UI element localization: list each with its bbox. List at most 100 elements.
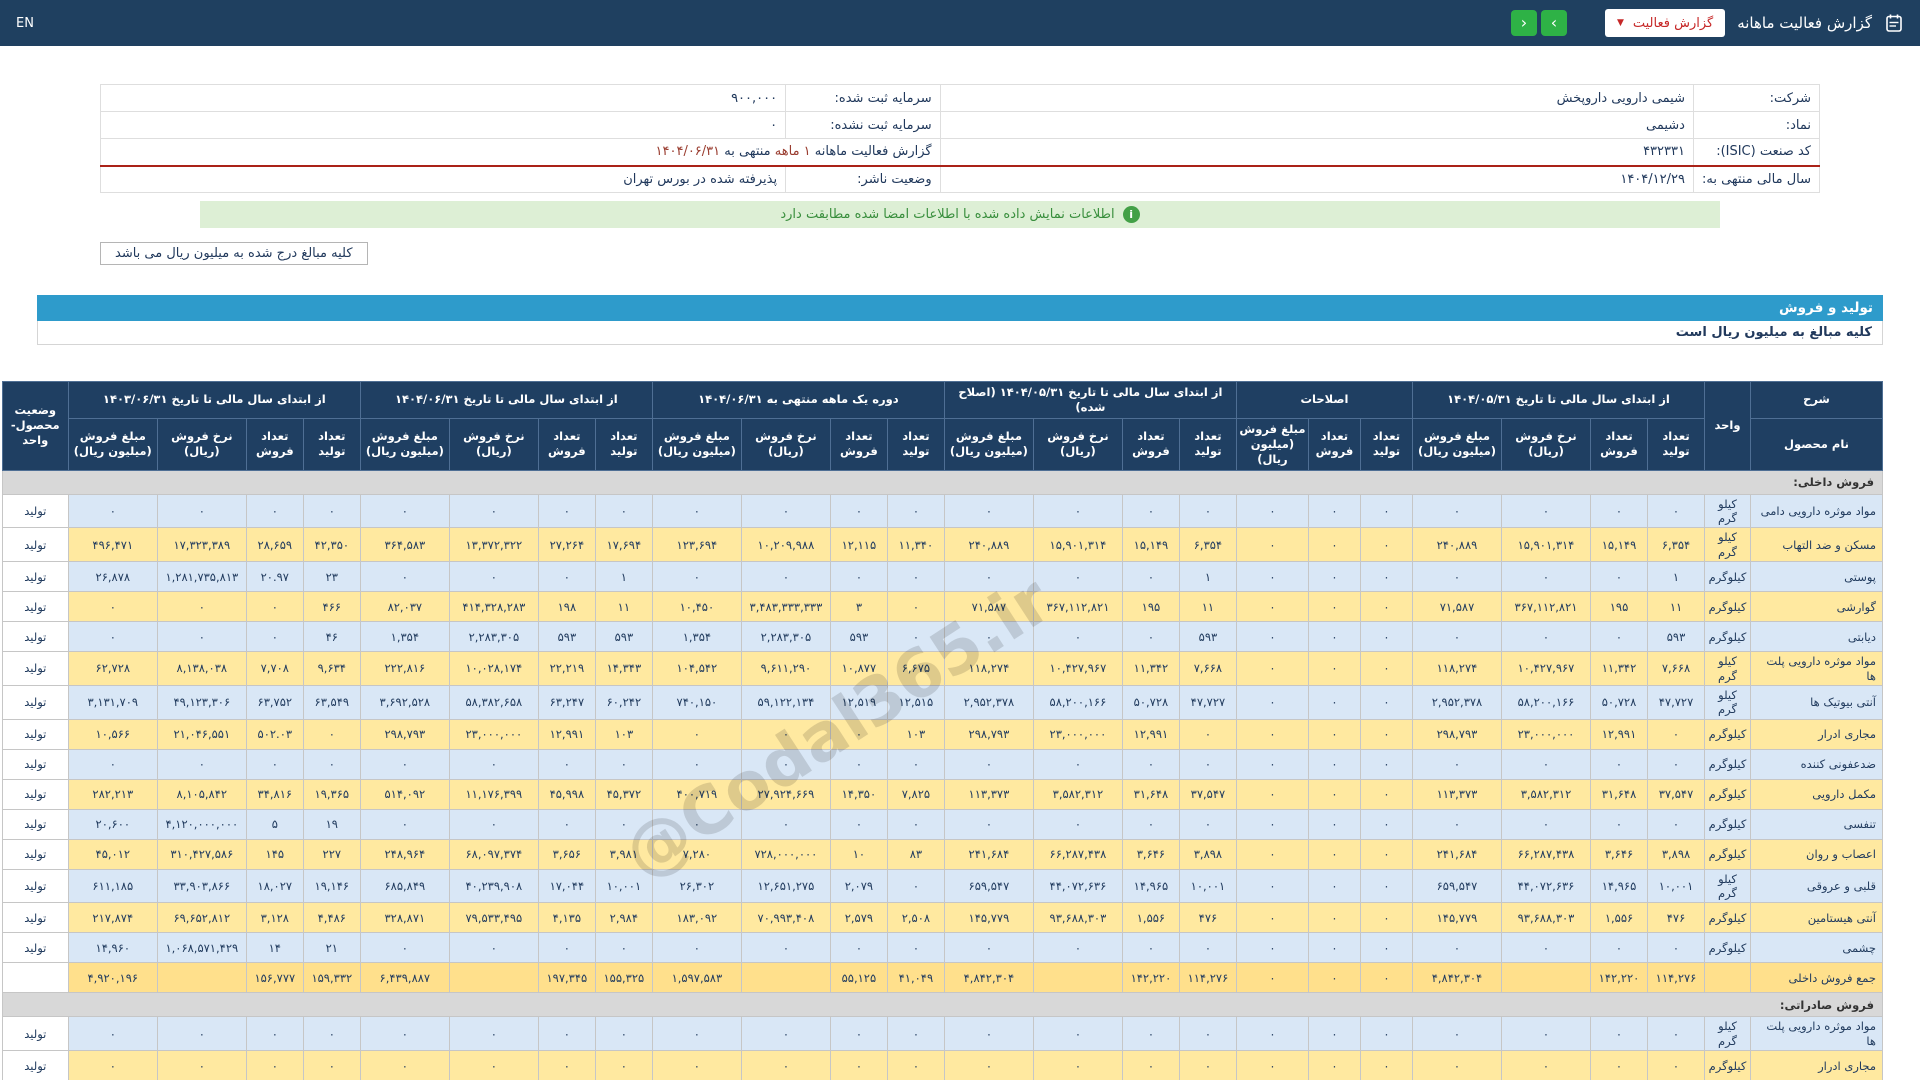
table-cell: ۴,۸۴۲,۳۰۴	[943, 962, 1034, 994]
table-cell: ۴۵,۳۷۲	[594, 778, 653, 810]
table-cell: ۴۶	[302, 621, 361, 653]
table-cell: ۰	[1307, 748, 1361, 780]
table-row: دیابتی کیلوگرم ۵۹۳ ۰ ۰ ۰ ۰ ۰ ۰ ۵۹۳ ۰ ۰ ۰ ۰ ۵۹۳ ۲,۲۸۳,۳۰…	[1, 621, 1883, 653]
table-cell: ۰	[943, 1016, 1034, 1052]
table-cell: ۰	[1235, 493, 1309, 529]
table-cell: ۰	[740, 561, 831, 593]
product-name-cell: جمع فروش داخلی	[1750, 962, 1883, 994]
table-cell: ۰	[245, 493, 304, 529]
issuer-status-label: وضعیت ناشر:	[785, 164, 941, 193]
report-type-dropdown[interactable]: گزارش فعالیت ▼	[1604, 9, 1726, 37]
next-report-button[interactable]: ›	[1540, 10, 1567, 36]
product-unit-cell: کیلوگرم	[1704, 838, 1751, 870]
table-cell: ۳,۱۲۸	[245, 902, 304, 934]
table-cell: ۰	[1307, 778, 1361, 810]
table-cell: ۰	[359, 493, 450, 529]
table-row: آنتی هیستامین کیلوگرم ۴۷۶ ۱,۵۵۶ ۹۳,۶۸۸,۳۰۳ ۱۴…	[1, 902, 1883, 934]
table-cell: ۶,۴۳۹,۸۸۷	[359, 962, 450, 994]
column-header: تعداد فروش	[829, 417, 888, 471]
table-cell: ۷۱,۵۸۷	[943, 591, 1034, 623]
table-cell: ۶۲,۷۲۸	[67, 651, 158, 686]
table-cell: ۰	[1307, 684, 1361, 720]
table-cell: ۱۴,۹۶۰	[67, 932, 158, 964]
table-cell: ۰	[1307, 868, 1361, 904]
table-cell: ۶۸۵,۸۴۹	[359, 868, 450, 904]
table-cell: ۱	[1647, 561, 1705, 593]
table-cell: ۰	[448, 808, 539, 840]
table-cell: ۰	[302, 748, 361, 780]
table-cell: ۰	[1647, 808, 1705, 840]
table-cell: ۷۹,۵۳۳,۴۹۵	[448, 902, 539, 934]
table-cell: ۱۲,۶۵۱,۲۷۵	[740, 868, 831, 904]
table-cell: ۲۹۸,۷۹۳	[359, 718, 450, 750]
table-cell: ۰	[1235, 1050, 1309, 1080]
table-cell: ۲۳,۰۰۰,۰۰۰	[448, 718, 539, 750]
table-section-row: فروش صادراتی:	[1, 992, 1884, 1018]
table-cell: ۱,۵۵۶	[1590, 902, 1648, 934]
table-cell: ۲۱	[302, 932, 361, 964]
table-cell: ۰	[1359, 527, 1413, 563]
table-cell: ۰	[1032, 748, 1123, 780]
table-cell: ۱۸,۰۲۷	[245, 868, 304, 904]
table-cell: ۴۹۶,۴۷۱	[67, 527, 158, 563]
table-cell: ۰	[1359, 778, 1413, 810]
table-cell: ۱۵,۱۴۹	[1121, 527, 1180, 563]
table-cell: ۱,۲۸۱,۷۳۵,۸۱۳	[156, 561, 247, 593]
table-cell: ۰	[886, 868, 945, 904]
table-cell: ۲۱۷,۸۷۴	[67, 902, 158, 934]
column-header: نرخ فروش (ریال)	[1501, 417, 1591, 471]
table-cell: ۱۲,۵۱۹	[829, 684, 888, 720]
table-cell: ۵۹۳	[829, 621, 888, 653]
table-cell: ۰	[156, 493, 247, 529]
table-cell: ۰	[943, 932, 1034, 964]
column-header-desc: شرح	[1750, 381, 1883, 419]
table-cell: ۰	[1359, 808, 1413, 840]
table-cell: ۰	[594, 932, 653, 964]
table-cell: ۰	[943, 808, 1034, 840]
table-cell: ۰	[1307, 527, 1361, 563]
table-cell: ۲,۵۰۸	[886, 902, 945, 934]
column-header: تعداد تولید	[302, 417, 361, 471]
table-cell: ۴۰,۲۳۹,۹۰۸	[448, 868, 539, 904]
table-cell: ۲,۹۵۲,۳۷۸	[943, 684, 1034, 720]
table-cell: ۰	[448, 1050, 539, 1080]
table-cell: ۱۲,۹۹۱	[537, 718, 596, 750]
prev-report-button[interactable]: ‹	[1510, 10, 1537, 36]
table-cell: ۱۰,۰۲۸,۱۷۴	[448, 651, 539, 686]
table-cell: ۰	[1032, 621, 1123, 653]
table-cell: ۷۲۸,۰۰۰,۰۰۰	[740, 838, 831, 870]
table-row: پوستی کیلوگرم ۱ ۰ ۰ ۰ ۰ ۰ ۰ ۱ ۰ ۰ ۰ ۰ ۰ ۰ ۰ ۱ ۰ ۰ ۰ ۲۳ ۲۰.۹۷ ۱,…	[1, 561, 1883, 593]
table-cell: ۱۹۵	[1121, 591, 1180, 623]
table-cell: ۲۳	[302, 561, 361, 593]
table-cell: ۰	[1501, 1016, 1591, 1052]
table-cell: ۲۹۸,۷۹۳	[1411, 718, 1503, 750]
column-header: مبلغ فروش (میلیون ریال)	[67, 417, 158, 471]
language-toggle[interactable]: EN	[16, 16, 34, 31]
table-cell: ۶۹,۶۵۲,۸۱۲	[156, 902, 247, 934]
table-cell: ۳۳,۹۰۳,۸۶۶	[156, 868, 247, 904]
table-cell: ۰	[943, 748, 1034, 780]
table-cell: ۳۷,۵۴۷	[1647, 778, 1705, 810]
table-cell: ۰	[594, 748, 653, 780]
table-cell: ۰	[1501, 748, 1591, 780]
column-header-unit: واحد	[1704, 381, 1751, 471]
table-cell: ۱۰,۰۰۱	[594, 868, 653, 904]
table-cell: ۴۱۴,۳۲۸,۲۸۳	[448, 591, 539, 623]
table-cell	[448, 962, 539, 994]
product-status-cell: تولید	[1, 902, 69, 934]
product-unit-cell: کیلوگرم	[1704, 932, 1751, 964]
table-cell: ۰	[651, 1016, 742, 1052]
table-cell: ۱۰	[829, 838, 888, 870]
table-cell: ۵۹۳	[1178, 621, 1237, 653]
table-cell: ۵۰,۷۲۸	[1590, 684, 1648, 720]
table-cell: ۶۳,۲۴۷	[537, 684, 596, 720]
table-cell: ۳,۶۹۲,۵۲۸	[359, 684, 450, 720]
table-row: مواد موثره دارویی پلت ها کیلو گرم ۷,۶۶۸ ۱۱,…	[1, 651, 1883, 686]
table-cell: ۰	[1307, 621, 1361, 653]
table-cell: ۰	[740, 1050, 831, 1080]
table-cell: ۰	[1235, 932, 1309, 964]
table-cell: ۲,۲۸۳,۳۰۵	[740, 621, 831, 653]
table-row: مجاری ادرار کیلوگرم ۰ ۱۲,۹۹۱ ۲۳,۰۰۰,۰۰۰ ۲۹۸,۷…	[1, 718, 1883, 750]
table-cell: ۱۰۳	[886, 718, 945, 750]
table-cell: ۱۰,۲۰۹,۹۸۸	[740, 527, 831, 563]
